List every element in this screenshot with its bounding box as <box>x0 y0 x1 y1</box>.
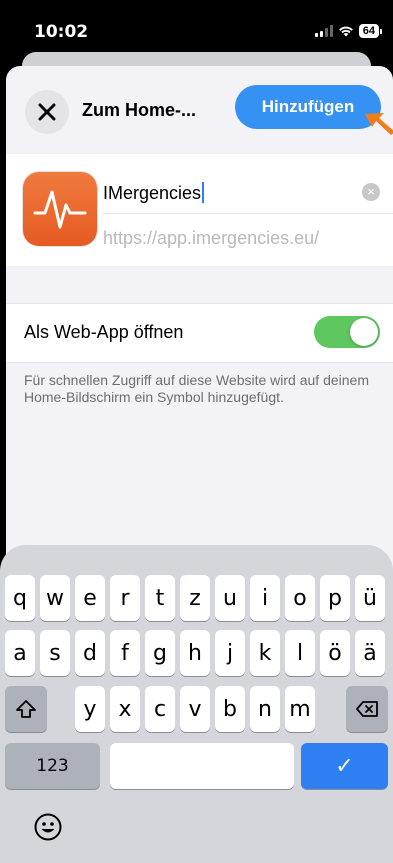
battery-indicator: 64 <box>358 24 383 38</box>
key-x[interactable]: x <box>110 686 140 732</box>
key-k[interactable]: k <box>250 630 280 676</box>
shift-icon <box>16 700 36 718</box>
close-icon <box>38 103 56 121</box>
emoji-icon <box>34 813 62 841</box>
toggle-knob <box>350 318 378 346</box>
name-field[interactable]: IMergencies × <box>103 172 383 212</box>
key-ä[interactable]: ä <box>355 630 385 676</box>
key-l[interactable]: l <box>285 630 315 676</box>
key-u[interactable]: u <box>215 575 245 621</box>
key-e[interactable]: e <box>75 575 105 621</box>
heartbeat-icon <box>33 190 87 229</box>
name-value: IMergencies <box>103 183 202 203</box>
name-input-text[interactable]: IMergencies <box>103 182 205 204</box>
key-p[interactable]: p <box>320 575 350 621</box>
key-v[interactable]: v <box>180 686 210 732</box>
key-n[interactable]: n <box>250 686 280 732</box>
key-z[interactable]: z <box>180 575 210 621</box>
shift-key[interactable] <box>5 686 47 732</box>
key-t[interactable]: t <box>145 575 175 621</box>
key-b[interactable]: b <box>215 686 245 732</box>
done-key[interactable]: ✓ <box>301 743 388 789</box>
webapp-description: Für schnellen Zugriff auf diese Website … <box>24 372 369 405</box>
key-q[interactable]: q <box>5 575 35 621</box>
key-o[interactable]: o <box>285 575 315 621</box>
add-button[interactable]: Hinzufügen <box>235 85 381 129</box>
clear-text-icon[interactable]: × <box>362 183 380 201</box>
key-i[interactable]: i <box>250 575 280 621</box>
key-j[interactable]: j <box>215 630 245 676</box>
wifi-icon <box>338 26 353 37</box>
key-f[interactable]: f <box>110 630 140 676</box>
pointer-arrow-icon <box>365 113 393 135</box>
url-text: https://app.imergencies.eu/ <box>103 228 320 248</box>
webapp-toggle-label: Als Web-App öffnen <box>24 322 184 342</box>
key-h[interactable]: h <box>180 630 210 676</box>
key-w[interactable]: w <box>40 575 70 621</box>
delete-key[interactable] <box>346 686 388 732</box>
webapp-toggle-row: Als Web-App öffnen <box>6 303 393 363</box>
text-caret <box>202 182 205 203</box>
close-button[interactable] <box>25 90 69 134</box>
webapp-toggle[interactable] <box>314 316 380 348</box>
field-divider <box>103 213 393 214</box>
key-y[interactable]: y <box>75 686 105 732</box>
key-a[interactable]: a <box>5 630 35 676</box>
key-ö[interactable]: ö <box>320 630 350 676</box>
key-r[interactable]: r <box>110 575 140 621</box>
keyboard: qwertzuiopü asdfghjklöä yxcvbnm 123 ✓ <box>0 545 393 863</box>
key-m[interactable]: m <box>285 686 315 732</box>
key-g[interactable]: g <box>145 630 175 676</box>
sheet-title: Zum Home-... <box>82 100 197 120</box>
app-icon <box>23 172 97 246</box>
status-icons: 64 <box>314 24 383 38</box>
numbers-key[interactable]: 123 <box>5 743 100 789</box>
delete-icon <box>356 701 378 717</box>
key-ü[interactable]: ü <box>355 575 385 621</box>
bookmark-card: IMergencies × https://app.imergencies.eu… <box>6 154 393 266</box>
cellular-signal-icon <box>314 25 333 37</box>
key-s[interactable]: s <box>40 630 70 676</box>
status-time: 10:02 <box>34 22 89 42</box>
key-d[interactable]: d <box>75 630 105 676</box>
status-bar: 10:02 64 <box>0 0 393 60</box>
key-c[interactable]: c <box>145 686 175 732</box>
space-key[interactable] <box>110 743 294 789</box>
emoji-button[interactable] <box>32 811 64 843</box>
